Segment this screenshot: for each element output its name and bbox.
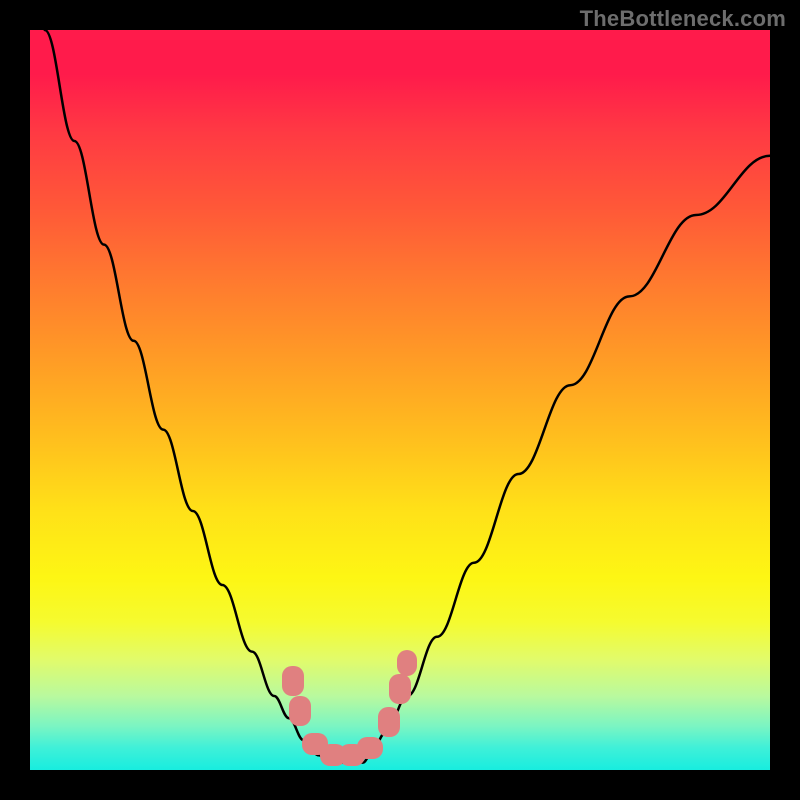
data-marker [378, 707, 400, 737]
data-marker [357, 737, 383, 759]
data-marker [389, 674, 411, 704]
data-marker [397, 650, 417, 676]
data-marker [289, 696, 311, 726]
watermark-text: TheBottleneck.com [580, 6, 786, 32]
chart-frame: TheBottleneck.com [0, 0, 800, 800]
plot-area [30, 30, 770, 770]
curve-left [45, 30, 319, 755]
curve-right [370, 156, 770, 755]
data-marker [282, 666, 304, 696]
